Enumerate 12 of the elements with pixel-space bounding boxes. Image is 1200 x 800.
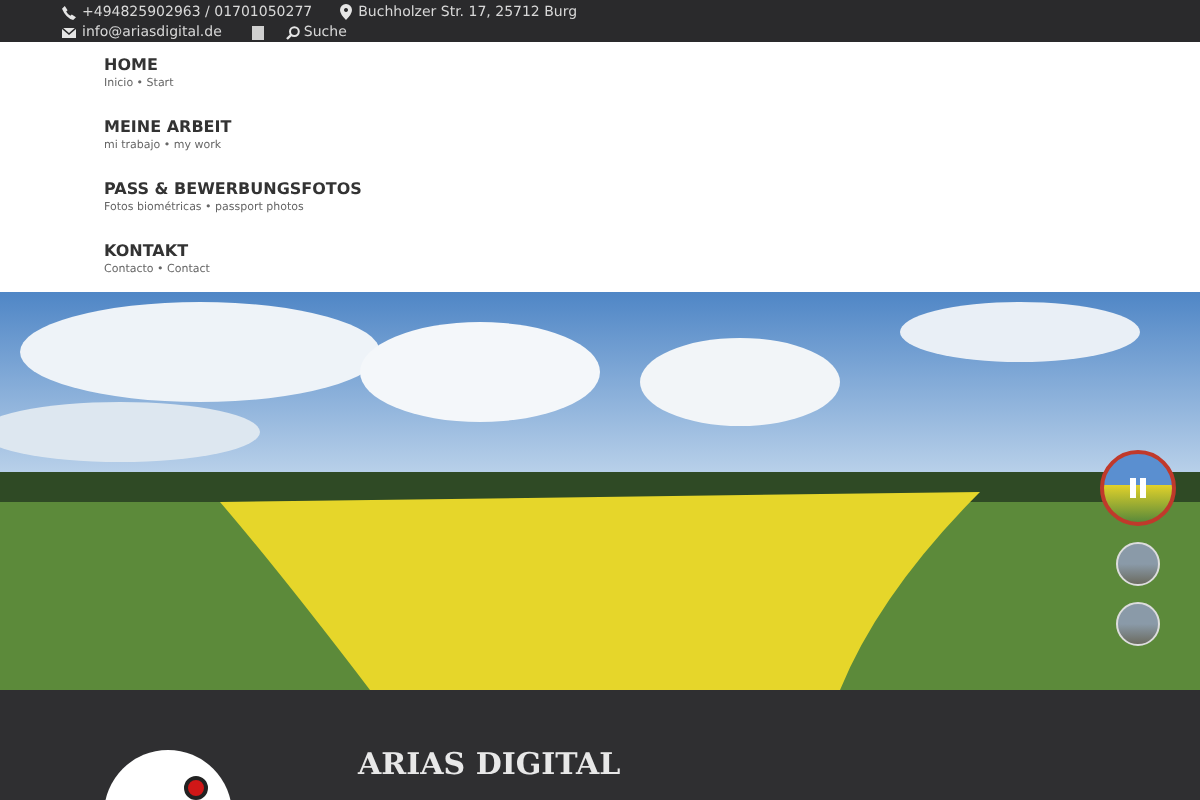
logo-icon	[104, 750, 232, 800]
location-pin-icon	[340, 4, 353, 20]
envelope-icon	[62, 27, 76, 37]
phone-icon	[62, 5, 76, 19]
square-icon[interactable]	[251, 25, 264, 39]
search-icon	[285, 25, 300, 39]
pause-icon[interactable]	[1130, 478, 1146, 498]
nav-link[interactable]: KONTAKT	[104, 242, 189, 262]
brand-title: ARIAS DIGITAL	[358, 750, 621, 780]
nav-link[interactable]: PASS & BEWERBUNGSFOTOS	[104, 180, 362, 200]
nav-link[interactable]: HOME	[104, 56, 158, 76]
nav-link[interactable]: MEINE ARBEIT	[104, 118, 232, 138]
